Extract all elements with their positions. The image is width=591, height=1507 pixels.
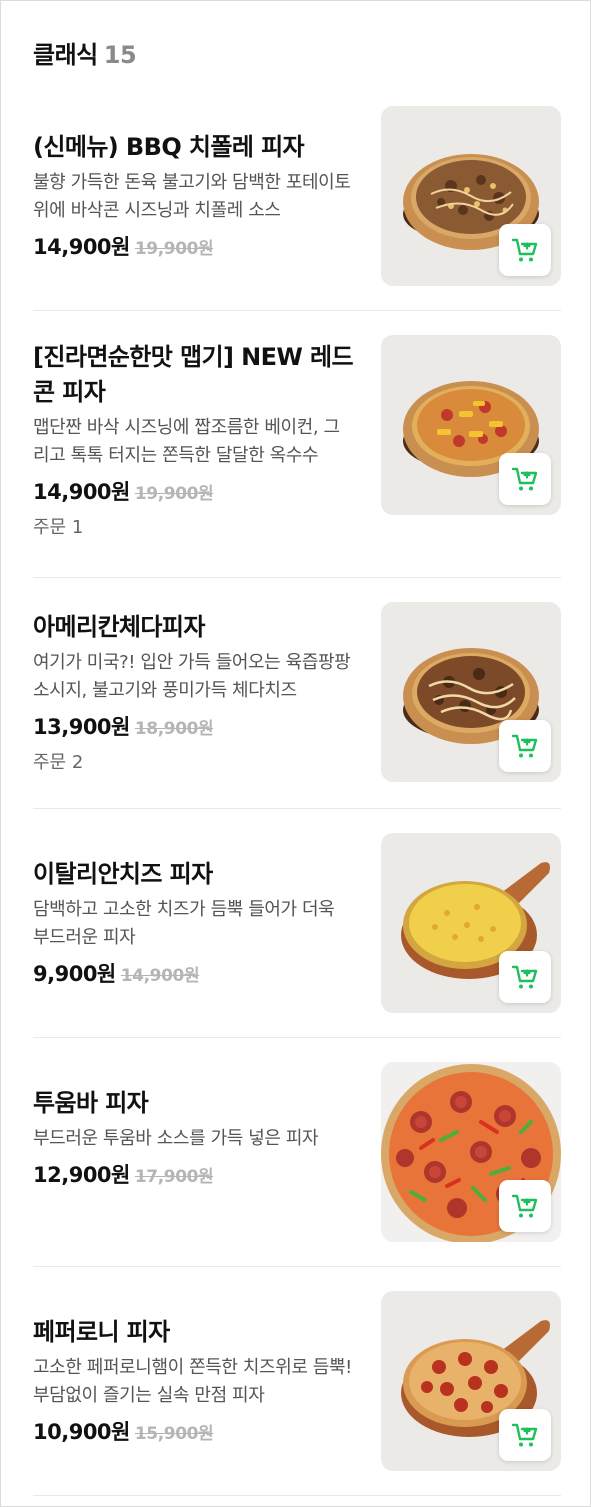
item-divider xyxy=(33,577,561,578)
menu-item[interactable]: 아메리칸체다피자 여기가 미국?! 입안 가득 들어오는 육즙팡팡 소시지, 불… xyxy=(33,602,561,809)
menu-item-info: 투움바 피자 부드러운 투움바 소스를 가득 넣은 피자 12,900원 17,9… xyxy=(33,1086,353,1192)
menu-item-description: 맵단짠 바삭 시즈닝에 짭조름한 베이컨, 그리고 톡톡 터지는 쫀득한 달달한… xyxy=(33,417,340,466)
menu-item[interactable]: 투움바 피자 부드러운 투움바 소스를 가득 넣은 피자 12,900원 17,9… xyxy=(33,1062,561,1267)
menu-item-price: 12,900원 xyxy=(33,1163,130,1187)
menu-item-description: 담백하고 고소한 치즈가 듬뿍 들어가 더욱 부드러운 피자 xyxy=(33,899,335,948)
add-to-cart-button[interactable] xyxy=(499,1180,551,1232)
menu-item[interactable]: 페퍼로니 피자 고소한 페퍼로니햄이 쫀득한 치즈위로 듬뿍! 부담없이 즐기는… xyxy=(33,1291,561,1496)
cart-add-icon xyxy=(511,467,538,491)
menu-item-original-price: 19,900원 xyxy=(134,484,214,504)
menu-item-image[interactable] xyxy=(381,1062,561,1242)
menu-item-original-price: 17,900원 xyxy=(134,1167,214,1187)
menu-item[interactable]: 이탈리안치즈 피자 담백하고 고소한 치즈가 듬뿍 들어가 더욱 부드러운 피자… xyxy=(33,833,561,1038)
cart-add-icon xyxy=(511,238,538,262)
menu-item-description: 고소한 페퍼로니햄이 쫀득한 치즈위로 듬뿍! 부담없이 즐기는 실속 만점 피… xyxy=(33,1357,352,1406)
menu-item-original-price: 15,900원 xyxy=(134,1424,214,1444)
menu-item-price-row: 14,900원 19,900원 xyxy=(33,232,353,264)
menu-item-name: [진라면순한맛 맵기] NEW 레드콘 피자 xyxy=(33,343,354,406)
item-divider xyxy=(33,1266,561,1267)
menu-item-price: 9,900원 xyxy=(33,962,116,986)
menu-item[interactable]: (신메뉴) BBQ 치폴레 피자 불향 가득한 돈육 불고기와 담백한 포테이토… xyxy=(33,106,561,311)
add-to-cart-button[interactable] xyxy=(499,453,551,505)
menu-item-order-count: 주문 1 xyxy=(33,517,84,538)
menu-item-info: 이탈리안치즈 피자 담백하고 고소한 치즈가 듬뿍 들어가 더욱 부드러운 피자… xyxy=(33,857,353,991)
section-title-text: 클래식 xyxy=(33,41,98,69)
cart-add-icon xyxy=(511,965,538,989)
menu-page: 클래식 15 (신메뉴) BBQ 치폴레 피자 불향 가득한 돈육 불고기와 담백… xyxy=(0,0,591,1507)
menu-item-price-row: 13,900원 18,900원 xyxy=(33,712,353,744)
menu-item-info: (신메뉴) BBQ 치폴레 피자 불향 가득한 돈육 불고기와 담백한 포테이토… xyxy=(33,130,353,264)
item-divider xyxy=(33,310,561,311)
menu-item-image[interactable] xyxy=(381,602,561,782)
add-to-cart-button[interactable] xyxy=(499,1409,551,1461)
menu-item-price: 14,900원 xyxy=(33,235,130,259)
add-to-cart-button[interactable] xyxy=(499,951,551,1003)
menu-item[interactable]: [진라면순한맛 맵기] NEW 레드콘 피자 맵단짠 바삭 시즈닝에 짭조름한 … xyxy=(33,335,561,578)
item-divider xyxy=(33,1495,561,1496)
menu-item-image[interactable] xyxy=(381,1291,561,1471)
menu-item-info: 아메리칸체다피자 여기가 미국?! 입안 가득 들어오는 육즙팡팡 소시지, 불… xyxy=(33,610,353,776)
menu-item-price: 13,900원 xyxy=(33,715,130,739)
menu-item-name: 아메리칸체다피자 xyxy=(33,613,205,641)
menu-item-original-price: 14,900원 xyxy=(120,966,200,986)
menu-item-name: 이탈리안치즈 피자 xyxy=(33,860,213,888)
menu-item-price-row: 14,900원 19,900원 xyxy=(33,477,353,509)
menu-item-info: 페퍼로니 피자 고소한 페퍼로니햄이 쫀득한 치즈위로 듬뿍! 부담없이 즐기는… xyxy=(33,1315,353,1449)
menu-item-original-price: 18,900원 xyxy=(134,719,214,739)
menu-item-price: 10,900원 xyxy=(33,1420,130,1444)
add-to-cart-button[interactable] xyxy=(499,720,551,772)
menu-item-description: 불향 가득한 돈육 불고기와 담백한 포테이토 위에 바삭콘 시즈닝과 치폴레 … xyxy=(33,172,351,221)
menu-item-price-row: 12,900원 17,900원 xyxy=(33,1160,353,1192)
cart-add-icon xyxy=(511,1423,538,1447)
menu-item-image[interactable] xyxy=(381,335,561,515)
menu-item-image[interactable] xyxy=(381,833,561,1013)
menu-item-image[interactable] xyxy=(381,106,561,286)
section-item-count: 15 xyxy=(103,41,137,69)
item-divider xyxy=(33,808,561,809)
menu-item-name: 투움바 피자 xyxy=(33,1089,149,1117)
menu-item-order-count: 주문 2 xyxy=(33,752,84,773)
cart-add-icon xyxy=(511,734,538,758)
item-divider xyxy=(33,1037,561,1038)
menu-item-original-price: 19,900원 xyxy=(134,239,214,259)
menu-item-name: (신메뉴) BBQ 치폴레 피자 xyxy=(33,133,305,161)
menu-item-name: 페퍼로니 피자 xyxy=(33,1318,170,1346)
menu-item-description: 여기가 미국?! 입안 가득 들어오는 육즙팡팡 소시지, 불고기와 풍미가득 … xyxy=(33,652,351,701)
menu-item-info: [진라면순한맛 맵기] NEW 레드콘 피자 맵단짠 바삭 시즈닝에 짭조름한 … xyxy=(33,340,354,541)
section-title: 클래식 15 xyxy=(33,35,137,70)
add-to-cart-button[interactable] xyxy=(499,224,551,276)
menu-item-price-row: 9,900원 14,900원 xyxy=(33,959,353,991)
menu-item-price: 14,900원 xyxy=(33,480,130,504)
menu-item-description: 부드러운 투움바 소스를 가득 넣은 피자 xyxy=(33,1128,319,1149)
menu-item-price-row: 10,900원 15,900원 xyxy=(33,1417,353,1449)
cart-add-icon xyxy=(511,1194,538,1218)
